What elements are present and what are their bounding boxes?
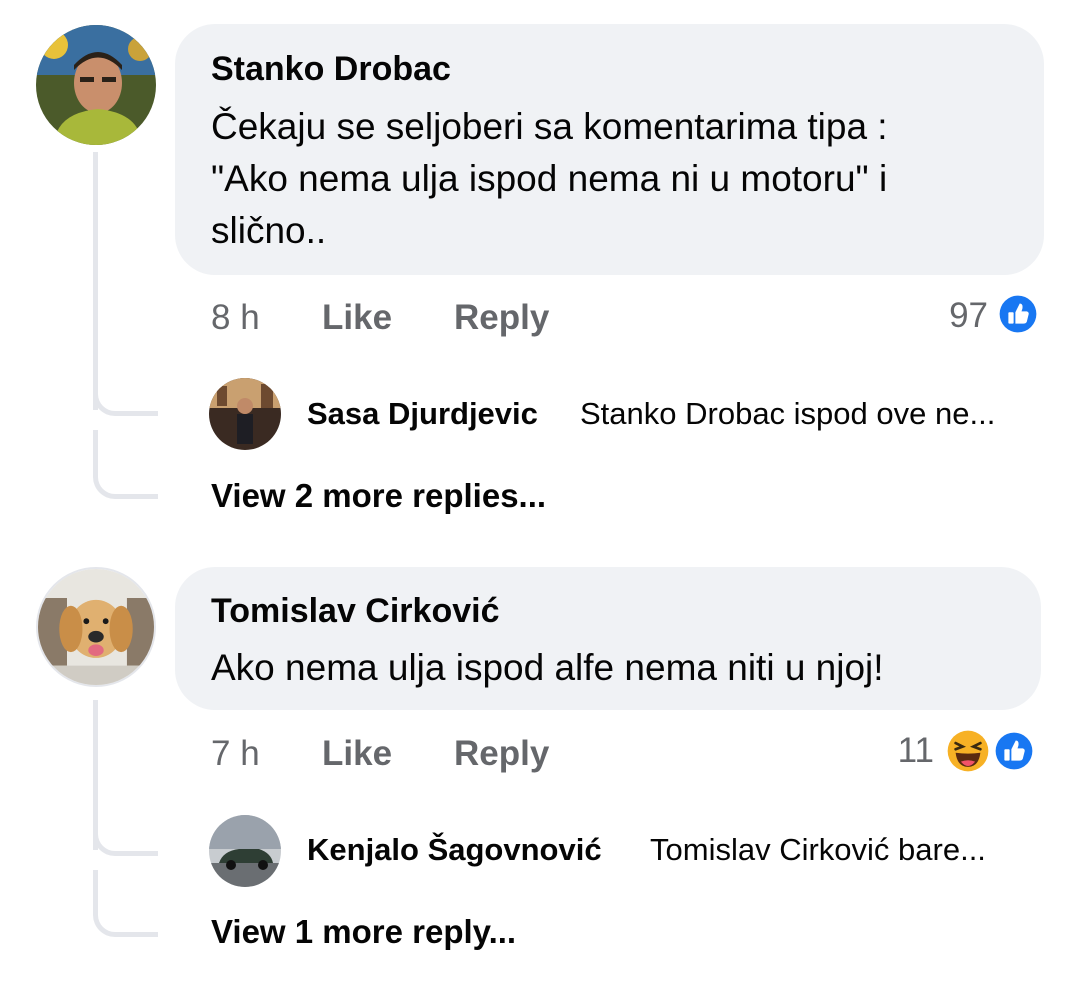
reaction-count: 97 (949, 296, 988, 335)
haha-icon (942, 725, 994, 777)
view-more-replies[interactable]: View 2 more replies... (211, 477, 546, 515)
comment-text: Čekaju se seljoberi sa komentarima tipa … (211, 101, 1031, 257)
comment-text-line: Čekaju se seljoberi sa komentarima tipa … (211, 106, 888, 147)
comment-text-line: "Ako nema ulja ispod nema ni u motoru" i (211, 158, 888, 199)
view-more-replies[interactable]: View 1 more reply... (211, 913, 516, 951)
reply-author[interactable]: Sasa Djurdjevic (307, 396, 538, 432)
thread-connector (93, 385, 158, 416)
comment-text-line: slično.. (211, 210, 327, 251)
comment-text-line: Ako nema ulja ispod alfe nema niti u njo… (211, 647, 884, 688)
avatar-tomislav-cirkovic[interactable] (36, 567, 156, 687)
avatar-stanko-drobac[interactable] (36, 25, 156, 145)
comment-text: Ako nema ulja ispod alfe nema niti u njo… (211, 642, 1031, 694)
comment-author[interactable]: Stanko Drobac (211, 50, 451, 89)
avatar-sasa-djurdjevic[interactable] (209, 378, 281, 450)
comments-page: Stanko Drobac Čekaju se seljoberi sa kom… (0, 0, 1080, 988)
thread-line (93, 152, 98, 410)
thread-connector (93, 430, 158, 499)
reaction-count: 11 (897, 731, 934, 770)
like-icon (994, 290, 1042, 338)
reply-snippet[interactable]: Tomislav Cirković bare... (650, 832, 986, 868)
comment-timestamp[interactable]: 7 h (211, 734, 260, 774)
avatar-kenjalo-sagovnovic[interactable] (209, 815, 281, 887)
like-icon (990, 727, 1038, 775)
reply-snippet[interactable]: Stanko Drobac ispod ove ne... (580, 396, 995, 432)
reply-button[interactable]: Reply (454, 734, 549, 774)
comment-timestamp[interactable]: 8 h (211, 298, 260, 338)
like-button[interactable]: Like (322, 734, 392, 774)
thread-connector (93, 825, 158, 856)
thread-connector (93, 870, 158, 937)
reply-button[interactable]: Reply (454, 298, 549, 338)
reply-author[interactable]: Kenjalo Šagovnović (307, 832, 602, 868)
comment-author[interactable]: Tomislav Cirković (211, 592, 500, 631)
like-button[interactable]: Like (322, 298, 392, 338)
